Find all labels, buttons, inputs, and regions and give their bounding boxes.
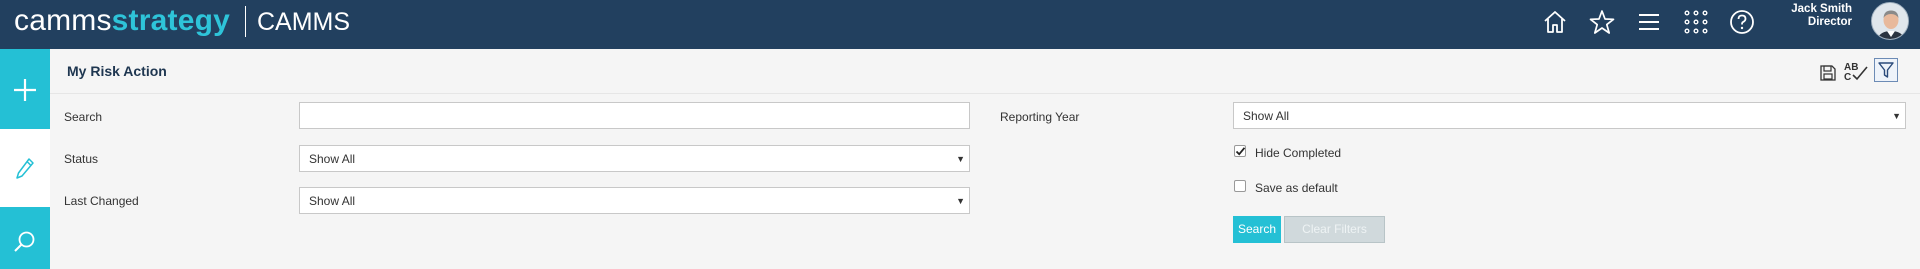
top-navigation-bar: cammsstrategy CAMMS Jack Smith Director bbox=[0, 0, 1920, 49]
home-icon[interactable] bbox=[1542, 9, 1568, 35]
logo-text-bold: strategy bbox=[111, 4, 230, 37]
search-button[interactable]: Search bbox=[1233, 216, 1281, 243]
filter-toggle-button[interactable] bbox=[1874, 58, 1898, 82]
save-as-default-label[interactable]: Save as default bbox=[1255, 181, 1338, 195]
edit-pencil-icon bbox=[16, 158, 34, 179]
last-changed-select[interactable]: Show All ▼ bbox=[299, 187, 970, 214]
help-icon[interactable] bbox=[1729, 9, 1755, 35]
reporting-year-label: Reporting Year bbox=[1000, 110, 1080, 124]
reporting-year-select-value: Show All bbox=[1243, 109, 1290, 123]
spellcheck-icon[interactable]: AB C bbox=[1843, 59, 1869, 83]
chevron-down-icon: ▼ bbox=[1892, 111, 1901, 121]
last-changed-label: Last Changed bbox=[64, 194, 139, 208]
hide-completed-label[interactable]: Hide Completed bbox=[1255, 146, 1341, 160]
user-info[interactable]: Jack Smith Director bbox=[1791, 3, 1852, 29]
reporting-year-select[interactable]: Show All ▼ bbox=[1233, 102, 1906, 129]
panel-header: My Risk Action AB C bbox=[50, 49, 1920, 94]
camms-strategy-logo[interactable]: cammsstrategy bbox=[14, 3, 230, 39]
save-as-default-checkbox[interactable] bbox=[1234, 180, 1246, 192]
avatar-photo-icon bbox=[1872, 3, 1908, 39]
status-select[interactable]: Show All ▼ bbox=[299, 145, 970, 172]
app-name: CAMMS bbox=[257, 8, 351, 36]
logo-text-light: camms bbox=[14, 4, 112, 37]
add-icon bbox=[14, 79, 36, 101]
status-label: Status bbox=[64, 152, 99, 166]
search-input[interactable] bbox=[299, 102, 970, 129]
apps-grid-icon[interactable] bbox=[1683, 9, 1709, 35]
user-name: Jack Smith bbox=[1791, 3, 1852, 15]
search-panel-button[interactable] bbox=[0, 207, 50, 269]
star-icon[interactable] bbox=[1589, 9, 1615, 35]
edit-button[interactable] bbox=[0, 129, 50, 207]
checkmark-icon bbox=[1235, 147, 1246, 156]
user-role: Director bbox=[1807, 16, 1852, 28]
last-changed-select-value: Show All bbox=[309, 194, 356, 208]
chevron-down-icon: ▼ bbox=[956, 154, 965, 164]
left-action-rail bbox=[0, 49, 50, 269]
page-title: My Risk Action bbox=[67, 63, 167, 79]
add-button[interactable] bbox=[0, 49, 50, 129]
avatar[interactable] bbox=[1871, 2, 1909, 40]
menu-icon[interactable] bbox=[1636, 9, 1662, 35]
save-icon[interactable] bbox=[1819, 61, 1837, 85]
filter-icon bbox=[1878, 62, 1894, 78]
filter-panel: My Risk Action AB C Search Status Show A… bbox=[50, 49, 1920, 269]
clear-filters-button[interactable]: Clear Filters bbox=[1284, 216, 1385, 243]
chevron-down-icon: ▼ bbox=[956, 196, 965, 206]
svg-text:C: C bbox=[1844, 72, 1851, 83]
search-icon bbox=[14, 231, 35, 252]
logo-divider bbox=[245, 6, 246, 37]
search-label: Search bbox=[64, 110, 103, 124]
hide-completed-checkbox[interactable] bbox=[1234, 145, 1246, 157]
status-select-value: Show All bbox=[309, 152, 356, 166]
